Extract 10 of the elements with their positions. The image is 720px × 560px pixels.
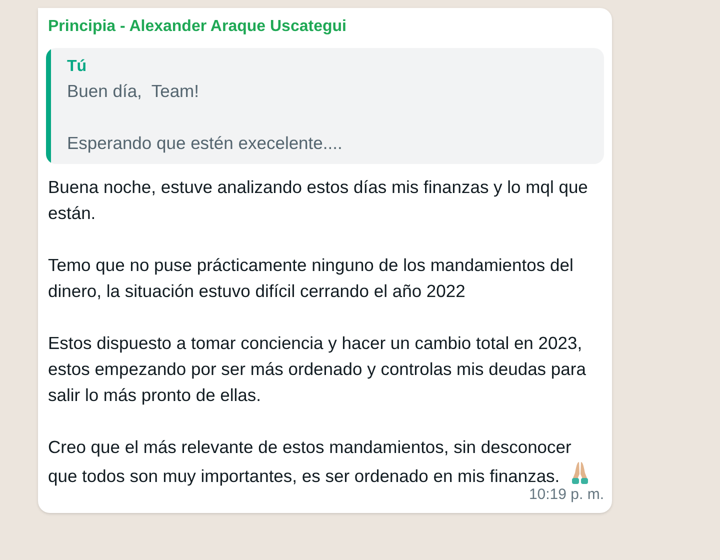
message-text: Temo que no puse prácticamente ninguno de los mandamientos del dinero, la situación estuvo difícil cerrando el año 2022 xyxy=(48,255,574,301)
sender-name: Principia - Alexander Araque Uscategui xyxy=(47,17,348,37)
quoted-message[interactable]: Tú Buen día, Team! Esperando que estén execelente.... xyxy=(46,48,604,164)
message-text: Creo que el más relevante de estos mandamientos, sin desconocer que todos son muy importantes, es ser ordenado en mis finanzas. xyxy=(48,437,572,486)
quoted-text: Buen día, Team! xyxy=(67,80,200,103)
quote-author: Tú xyxy=(67,57,88,77)
message-text: Buena noche, estuve analizando estos días mis finanzas y lo mql que están. xyxy=(48,177,588,223)
message-time: 10:19 p. m. xyxy=(528,485,604,505)
message-text: Estos dispuesto a tomar conciencia y hacer un cambio total en 2023, estos empezando por ser más ordenado y controlas mis deudas para salir lo más pronto de ellas. xyxy=(48,333,586,405)
quoted-text: Esperando que estén execelente.... xyxy=(67,132,342,155)
